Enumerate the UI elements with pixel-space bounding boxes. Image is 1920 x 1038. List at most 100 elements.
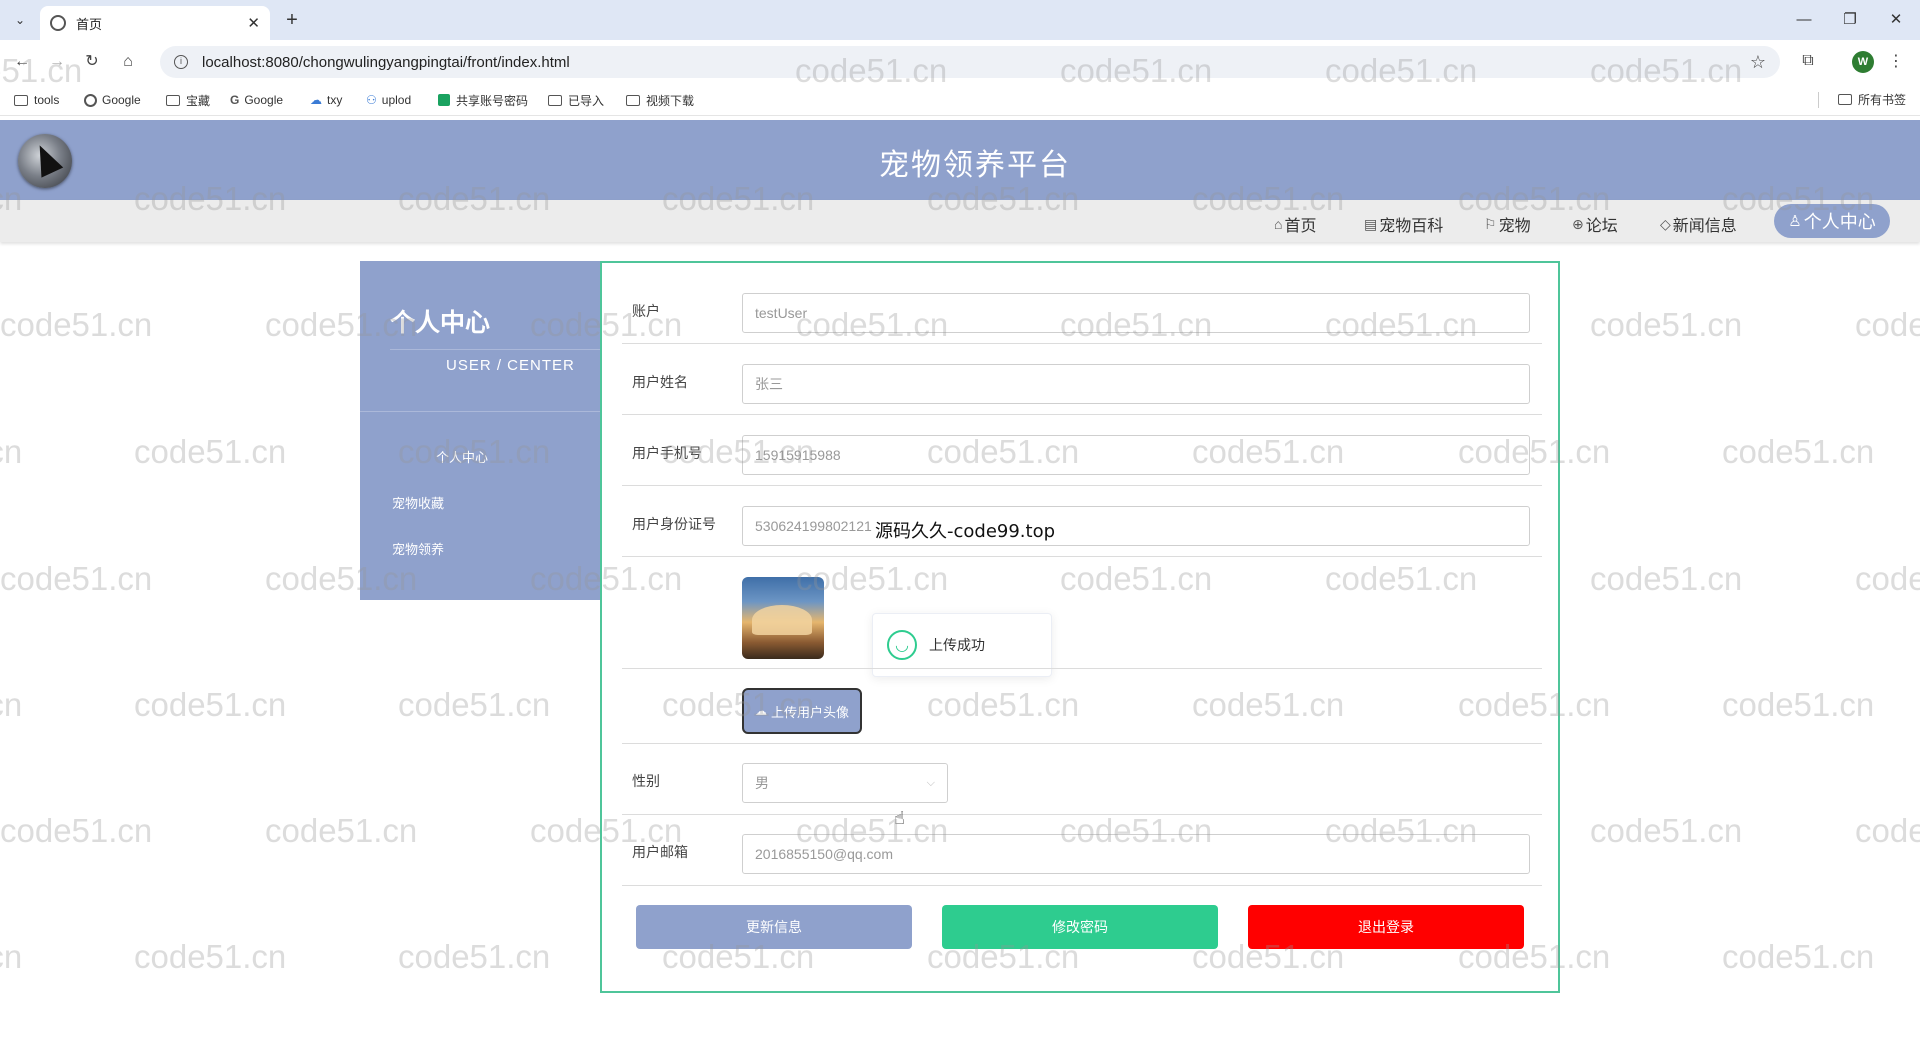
folder-icon bbox=[626, 94, 640, 106]
flag-icon: ⚐ bbox=[1484, 215, 1497, 232]
watermark-text: code51.cn bbox=[0, 812, 153, 849]
site-header: 宠物领养平台 bbox=[0, 120, 1920, 200]
globe-icon bbox=[84, 93, 97, 107]
watermark-text: code51.cn bbox=[0, 433, 23, 470]
chevron-down-icon: ⌵ bbox=[926, 776, 935, 789]
watermark-text: code51.cn bbox=[1722, 938, 1875, 975]
address-bar: ← → ↻ ⌂ i localhost:8080/chongwulingyang… bbox=[0, 40, 1920, 84]
back-icon[interactable]: ← bbox=[10, 50, 34, 74]
watermark-text: code51.cn bbox=[1590, 560, 1743, 597]
user-avatar-image bbox=[742, 577, 824, 659]
folder-icon bbox=[1837, 94, 1852, 105]
profile-avatar[interactable]: W bbox=[1852, 51, 1874, 73]
bookmark-link[interactable]: ⚇ uplod bbox=[366, 91, 411, 109]
bookmark-star-icon[interactable]: ☆ bbox=[1750, 52, 1766, 73]
gender-select[interactable]: 男 ⌵ bbox=[742, 763, 948, 803]
idcard-field[interactable]: 530624199802121 bbox=[742, 506, 1530, 546]
browser-menu-icon[interactable]: ⋮ bbox=[1888, 50, 1904, 74]
change-password-button[interactable]: 修改密码 bbox=[942, 905, 1218, 949]
browser-tab[interactable]: 首页 ✕ bbox=[40, 6, 270, 40]
nav-forum[interactable]: ⊕ 论坛 bbox=[1572, 212, 1618, 236]
watermark-text: code51.cn bbox=[1590, 306, 1743, 343]
watermark-text: code51.cn bbox=[0, 306, 153, 343]
bookmark-folder[interactable]: 宝藏 bbox=[166, 91, 210, 109]
home-icon[interactable]: ⌂ bbox=[116, 50, 140, 74]
watermark-text: code51.cn bbox=[1855, 560, 1920, 597]
name-field[interactable]: 张三 bbox=[742, 364, 1530, 404]
account-label: 账户 bbox=[632, 303, 660, 319]
close-window-icon[interactable]: ✕ bbox=[1876, 8, 1916, 32]
account-field[interactable]: testUser bbox=[742, 293, 1530, 333]
nav-pet-wiki[interactable]: ▤ 宠物百科 bbox=[1364, 212, 1443, 236]
upload-avatar-button[interactable]: ☁ 上传用户头像 bbox=[742, 688, 862, 734]
smile-icon: ◡ bbox=[887, 630, 917, 660]
bookmark-separator bbox=[1818, 92, 1819, 108]
gender-value: 男 bbox=[755, 775, 769, 791]
watermark-text: code51.cn bbox=[398, 686, 551, 723]
folder-icon bbox=[548, 94, 562, 106]
user-icon: ♙ bbox=[1788, 213, 1802, 230]
bookmark-link[interactable]: ☁ txy bbox=[310, 91, 342, 109]
bookmark-link[interactable]: G Google bbox=[230, 91, 283, 109]
site-info-icon[interactable]: i bbox=[174, 55, 188, 69]
phone-field[interactable]: 15915915988 bbox=[742, 435, 1530, 475]
restore-icon[interactable]: ❐ bbox=[1830, 8, 1870, 32]
bookmark-folder[interactable]: 视频下载 bbox=[626, 91, 694, 109]
watermark-text: code51.cn bbox=[134, 938, 287, 975]
row-divider bbox=[622, 885, 1542, 886]
new-tab-icon[interactable]: + bbox=[280, 8, 304, 32]
sidebar-item-user-center[interactable]: 个人中心 bbox=[436, 447, 488, 466]
hand-cursor-icon: ☝ bbox=[894, 808, 905, 828]
bookmark-folder[interactable]: tools bbox=[14, 91, 59, 109]
row-divider bbox=[622, 668, 1542, 669]
all-bookmarks[interactable]: 所有书签 bbox=[1837, 91, 1906, 108]
sidebar-title: 个人中心 bbox=[390, 309, 491, 337]
minimize-icon[interactable]: — bbox=[1784, 8, 1824, 32]
row-divider bbox=[622, 556, 1542, 557]
row-divider bbox=[622, 814, 1542, 815]
nav-user-center[interactable]: ♙ 个人中心 bbox=[1774, 204, 1890, 238]
nav-home[interactable]: ⌂ 首页 bbox=[1274, 212, 1316, 236]
folder-icon bbox=[166, 94, 180, 106]
sidebar-item-favorites[interactable]: 宠物收藏 bbox=[392, 493, 444, 512]
bookmarks-bar: tools Google 宝藏 G Google ☁ txy ⚇ uplod 共享账号… bbox=[0, 84, 1920, 116]
user-center-sidebar: 个人中心 USER / CENTER 个人中心 宠物收藏 宠物领养 bbox=[360, 261, 600, 600]
logout-button[interactable]: 退出登录 bbox=[1248, 905, 1524, 949]
watermark-text: code51.cn bbox=[134, 686, 287, 723]
url-field[interactable]: i localhost:8080/chongwulingyangpingtai/… bbox=[160, 46, 1780, 78]
tab-search-icon[interactable]: ⌄ bbox=[8, 9, 32, 31]
sheet-icon bbox=[438, 94, 450, 106]
phone-label: 用户手机号 bbox=[632, 445, 702, 461]
close-tab-icon[interactable]: ✕ bbox=[247, 14, 260, 32]
name-label: 用户姓名 bbox=[632, 374, 688, 390]
tab-title: 首页 bbox=[76, 16, 103, 32]
nav-news[interactable]: ◇ 新闻信息 bbox=[1660, 212, 1737, 236]
url-text: localhost:8080/chongwulingyangpingtai/fr… bbox=[202, 53, 570, 71]
row-divider bbox=[622, 414, 1542, 415]
forward-icon[interactable]: → bbox=[45, 50, 69, 74]
globe-icon: ⊕ bbox=[1572, 215, 1584, 232]
watermark-text: code51.cn bbox=[0, 938, 23, 975]
email-field[interactable]: 2016855150@qq.com bbox=[742, 834, 1530, 874]
toast-message: 上传成功 bbox=[929, 637, 985, 653]
book-icon: ▤ bbox=[1364, 215, 1378, 232]
folder-icon bbox=[14, 94, 28, 106]
bookmark-link[interactable]: 共享账号密码 bbox=[438, 91, 528, 109]
watermark-text: code51.cn bbox=[1590, 812, 1743, 849]
google-icon: G bbox=[230, 93, 240, 107]
gender-label: 性别 bbox=[632, 773, 660, 789]
globe-icon bbox=[50, 15, 66, 31]
watermark-text: code51.cn bbox=[1722, 686, 1875, 723]
upload-cloud-icon: ☁ bbox=[754, 704, 767, 718]
bookmark-folder[interactable]: 已导入 bbox=[548, 91, 604, 109]
bookmark-link[interactable]: Google bbox=[84, 91, 141, 109]
update-info-button[interactable]: 更新信息 bbox=[636, 905, 912, 949]
watermark-text: code51.cn bbox=[265, 812, 418, 849]
nav-pets[interactable]: ⚐ 宠物 bbox=[1484, 212, 1531, 236]
watermark-text: code51.cn bbox=[0, 686, 23, 723]
share-icon: ⚇ bbox=[366, 93, 377, 107]
reload-icon[interactable]: ↻ bbox=[80, 50, 104, 74]
extensions-icon[interactable]: ⧉ bbox=[1798, 52, 1818, 72]
user-info-form: 账户 testUser 用户姓名 张三 用户手机号 15915915988 用户… bbox=[600, 261, 1560, 993]
sidebar-item-adoption[interactable]: 宠物领养 bbox=[392, 539, 444, 558]
